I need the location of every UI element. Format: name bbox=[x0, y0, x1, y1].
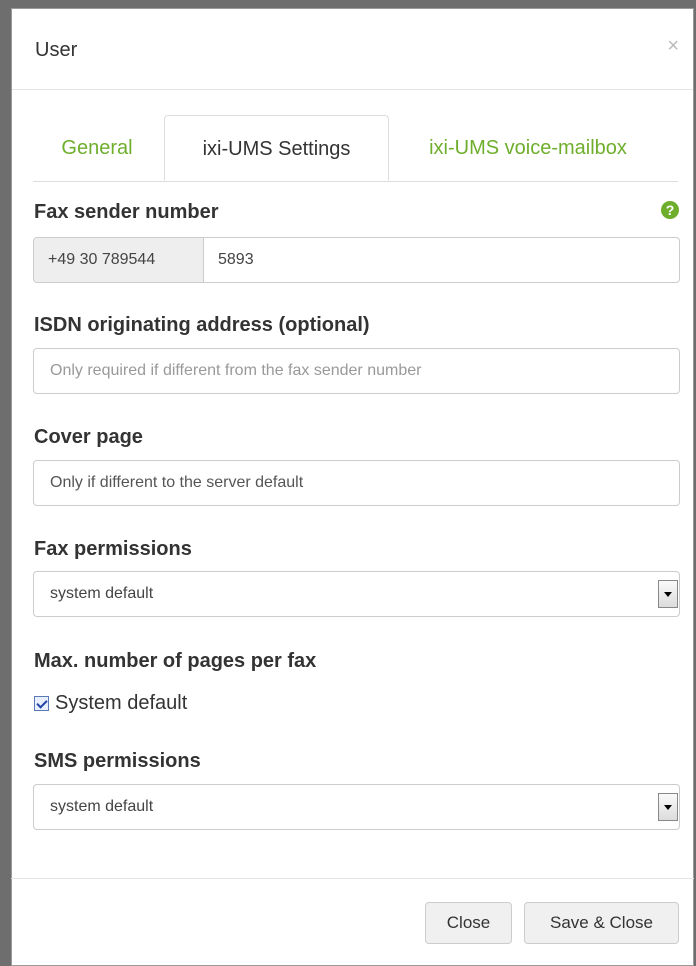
fax-sender-extension-input[interactable]: 5893 bbox=[204, 238, 679, 282]
system-default-checkbox-label: System default bbox=[55, 692, 188, 714]
sms-permissions-label: SMS permissions bbox=[34, 750, 201, 772]
dialog-title: User bbox=[35, 39, 78, 61]
help-icon[interactable]: ? bbox=[661, 201, 679, 219]
tab-ixi-ums-voice-mailbox[interactable]: ixi-UMS voice-mailbox bbox=[393, 115, 663, 181]
tab-general[interactable]: General bbox=[33, 115, 161, 181]
fax-permissions-select[interactable]: system default bbox=[33, 571, 680, 617]
fax-permissions-value: system default bbox=[50, 585, 154, 602]
max-pages-label: Max. number of pages per fax bbox=[34, 650, 317, 672]
cover-page-label: Cover page bbox=[34, 426, 143, 448]
fax-permissions-label: Fax permissions bbox=[34, 538, 192, 560]
dialog-footer bbox=[11, 878, 694, 879]
close-button[interactable]: Close bbox=[425, 902, 512, 944]
max-pages-default-row[interactable]: System default bbox=[34, 692, 187, 715]
sms-permissions-value: system default bbox=[50, 798, 154, 815]
tab-bar: General ixi-UMS Settings ixi-UMS voice-m… bbox=[33, 115, 678, 182]
close-icon[interactable]: × bbox=[667, 35, 679, 58]
cover-page-input[interactable]: Only if different to the server default bbox=[33, 460, 680, 506]
fax-sender-input-group: +49 30 789544 5893 bbox=[33, 237, 680, 283]
isdn-input[interactable]: Only required if different from the fax … bbox=[33, 348, 680, 394]
fax-sender-label: Fax sender number bbox=[34, 201, 219, 223]
fax-sender-prefix: +49 30 789544 bbox=[34, 238, 204, 282]
system-default-checkbox[interactable] bbox=[34, 696, 49, 711]
tab-ixi-ums-settings[interactable]: ixi-UMS Settings bbox=[164, 115, 389, 181]
chevron-down-icon[interactable] bbox=[658, 793, 678, 821]
sms-permissions-select[interactable]: system default bbox=[33, 784, 680, 830]
chevron-down-icon[interactable] bbox=[658, 580, 678, 608]
save-close-button[interactable]: Save & Close bbox=[524, 902, 679, 944]
dialog-header: User × bbox=[12, 9, 693, 90]
isdn-label: ISDN originating address (optional) bbox=[34, 314, 370, 336]
